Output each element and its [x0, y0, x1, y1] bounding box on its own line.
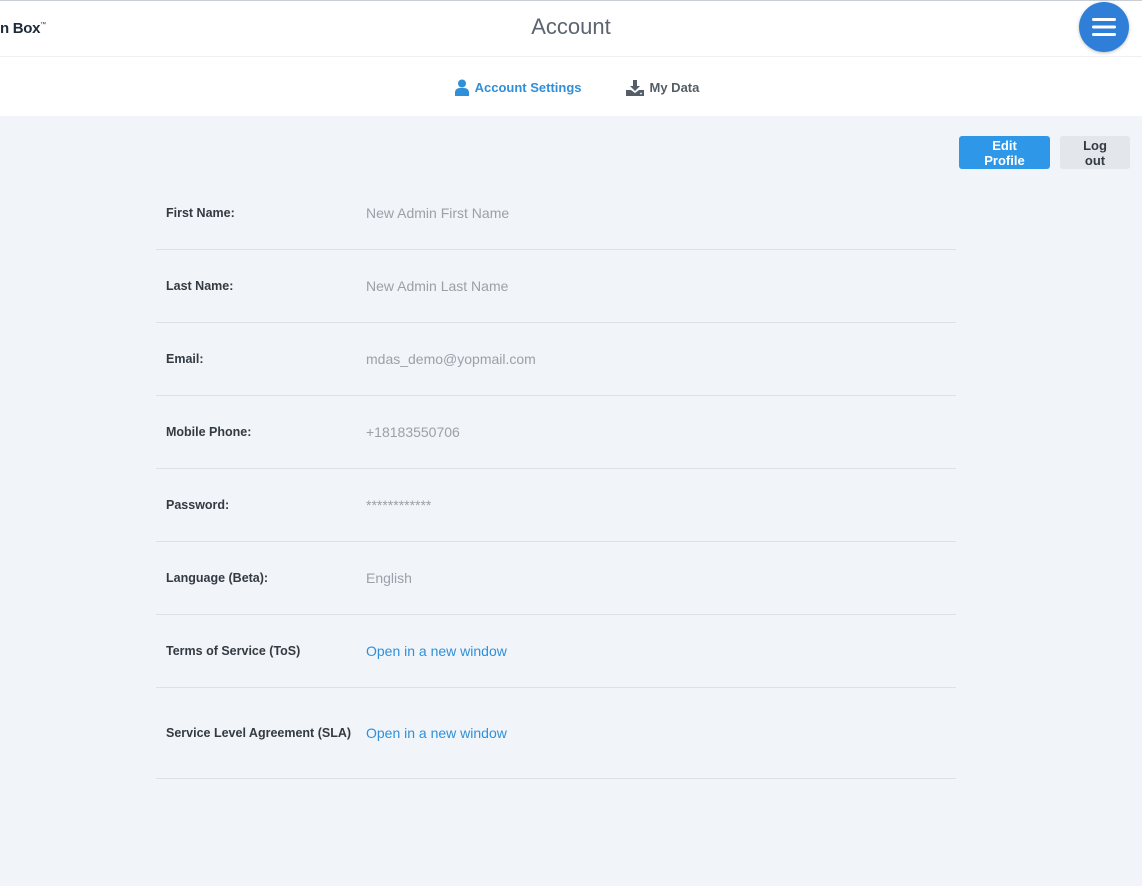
language-label: Language (Beta): — [166, 570, 269, 585]
page-title: Account — [531, 14, 611, 39]
brand-logo[interactable]: n Box™ — [0, 20, 46, 37]
last-name-label: Last Name: — [166, 278, 234, 293]
sla-link[interactable]: Open in a new window — [366, 723, 507, 743]
edit-profile-button[interactable]: Edit Profile — [959, 136, 1050, 169]
email-label: Email: — [166, 351, 204, 366]
profile-details: First Name: New Admin First Name Last Na… — [156, 177, 956, 779]
tab-my-data[interactable]: My Data — [625, 78, 700, 96]
sla-label: Service Level Agreement (SLA) — [166, 725, 352, 740]
language-value: English — [366, 570, 412, 586]
terms-of-service-link[interactable]: Open in a new window — [366, 641, 507, 661]
tab-account-settings-label: Account Settings — [474, 80, 582, 95]
download-icon — [625, 79, 644, 96]
menu-button[interactable] — [1079, 2, 1129, 52]
profile-row-password: Password: ************ — [156, 469, 956, 542]
hamburger-icon — [1092, 18, 1116, 36]
tab-account-settings[interactable]: Account Settings — [454, 77, 582, 96]
top-bar: n Box™ Account — [0, 0, 1142, 57]
profile-row-email: Email: mdas_demo@yopmail.com — [156, 323, 956, 396]
first-name-value: New Admin First Name — [366, 205, 510, 221]
email-value: mdas_demo@yopmail.com — [366, 351, 536, 367]
brand-name: n Box — [0, 20, 41, 37]
terms-of-service-label: Terms of Service (ToS) — [166, 643, 301, 658]
profile-row-language: Language (Beta): English — [156, 542, 956, 615]
last-name-value: New Admin Last Name — [366, 278, 509, 294]
profile-row-terms-of-service: Terms of Service (ToS) Open in a new win… — [156, 615, 956, 688]
brand-trademark: ™ — [40, 22, 46, 28]
password-label: Password: — [166, 497, 230, 512]
profile-toolbar: Edit Profile Log out — [959, 136, 1130, 169]
user-icon — [454, 79, 469, 96]
first-name-label: First Name: — [166, 205, 235, 220]
mobile-phone-value: +18183550706 — [366, 424, 460, 440]
mobile-phone-label: Mobile Phone: — [166, 424, 252, 439]
profile-row-last-name: Last Name: New Admin Last Name — [156, 250, 956, 323]
profile-row-sla: Service Level Agreement (SLA) Open in a … — [156, 688, 956, 779]
profile-row-first-name: First Name: New Admin First Name — [156, 177, 956, 250]
sub-navigation: Account Settings My Data — [0, 57, 1142, 116]
password-value: ************ — [366, 497, 432, 513]
logout-button[interactable]: Log out — [1060, 136, 1130, 169]
profile-row-mobile-phone: Mobile Phone: +18183550706 — [156, 396, 956, 469]
tab-my-data-label: My Data — [649, 80, 700, 95]
